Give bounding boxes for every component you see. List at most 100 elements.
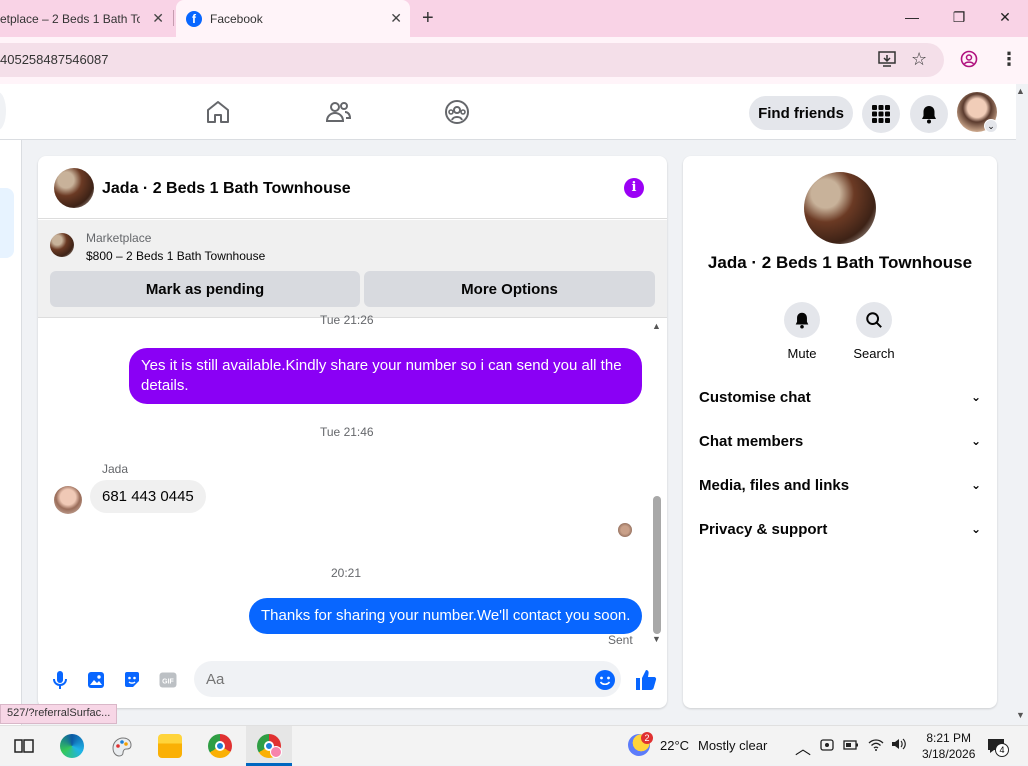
scroll-thumb[interactable] <box>653 496 661 634</box>
wifi-icon[interactable] <box>868 738 884 755</box>
outgoing-message[interactable]: Yes it is still available.Kindly share y… <box>129 348 642 404</box>
section-media-files-links[interactable]: Media, files and links ⌄ <box>699 470 981 500</box>
section-chat-members[interactable]: Chat members ⌄ <box>699 426 981 456</box>
url-text[interactable]: 405258487546087 <box>0 52 108 67</box>
tab-facebook[interactable]: f Facebook ✕ <box>176 0 410 37</box>
status-url-tooltip: 527/?referralSurfac... <box>0 704 118 724</box>
bookmark-star-icon[interactable]: ☆ <box>911 49 927 70</box>
outgoing-message[interactable]: Thanks for sharing your number.We'll con… <box>249 598 643 634</box>
search-label: Search <box>853 346 895 361</box>
account-chevron-icon[interactable]: ⌄ <box>984 119 998 133</box>
left-sidebar <box>0 140 22 725</box>
show-hidden-icons-chevron-icon[interactable]: ︿ <box>795 735 811 759</box>
section-label: Media, files and links <box>699 476 850 494</box>
page-scroll-up-icon[interactable]: ▲ <box>1016 86 1025 96</box>
close-window-button[interactable]: ✕ <box>992 6 1018 28</box>
thumbs-up-icon[interactable] <box>634 668 658 692</box>
chat-title[interactable]: Jada · 2 Beds 1 Bath Townhouse <box>102 180 351 198</box>
mute-bell-icon[interactable] <box>784 302 820 338</box>
restore-button[interactable]: ❐ <box>946 6 972 28</box>
weather-badge: 2 <box>641 732 653 744</box>
conversation-avatar[interactable] <box>804 172 876 244</box>
edge-browser-icon[interactable] <box>60 734 84 758</box>
clock[interactable]: 8:21 PM 3/18/2026 <box>922 730 975 762</box>
marketplace-label: Marketplace <box>86 231 152 245</box>
selected-conversation-highlight[interactable] <box>0 188 14 258</box>
gif-icon[interactable]: GIF <box>158 670 178 690</box>
profile-badge-icon <box>270 746 282 758</box>
marketplace-listing[interactable]: $800 – 2 Beds 1 Bath Townhouse <box>86 249 265 263</box>
mark-as-pending-button[interactable]: Mark as pending <box>50 271 360 307</box>
microphone-icon[interactable] <box>50 670 70 690</box>
message-status: Sent <box>608 633 633 647</box>
close-tab-icon[interactable]: ✕ <box>390 10 402 27</box>
sticker-icon[interactable] <box>122 670 142 690</box>
groups-icon[interactable] <box>443 98 471 126</box>
search-button[interactable]: Search <box>839 302 909 361</box>
emoji-icon[interactable] <box>594 669 615 690</box>
find-friends-button[interactable]: Find friends <box>749 96 853 130</box>
tab-marketplace[interactable]: etplace – 2 Beds 1 Bath To ✕ <box>0 0 172 37</box>
address-bar[interactable] <box>0 43 944 77</box>
marketplace-listing-thumb <box>50 233 74 257</box>
browser-tab-bar: etplace – 2 Beds 1 Bath To ✕ f Facebook … <box>0 0 1028 37</box>
close-tab-icon[interactable]: ✕ <box>152 10 164 27</box>
mute-button[interactable]: Mute <box>767 302 837 361</box>
side-panel-title: Jada · 2 Beds 1 Bath Townhouse <box>707 253 973 272</box>
svg-text:GIF: GIF <box>162 679 174 686</box>
tab-title: etplace – 2 Beds 1 Bath To <box>0 11 140 26</box>
home-icon[interactable] <box>204 98 232 126</box>
browser-menu-icon[interactable]: ⋮ <box>1000 49 1018 70</box>
profile-icon[interactable] <box>960 50 978 72</box>
windows-taskbar: 2 22°C Mostly clear ︿ 8:21 PM 3/18/2026 … <box>0 725 1028 766</box>
timestamp: Tue 21:26 <box>320 313 374 327</box>
search-icon[interactable] <box>856 302 892 338</box>
more-options-button[interactable]: More Options <box>364 271 655 307</box>
weather-desc[interactable]: Mostly clear <box>698 738 767 753</box>
mute-label: Mute <box>787 346 817 361</box>
search-pill[interactable] <box>0 92 6 130</box>
meet-camera-icon[interactable] <box>820 737 834 756</box>
section-privacy-support[interactable]: Privacy & support ⌄ <box>699 514 981 544</box>
conversation-info-panel: Jada · 2 Beds 1 Bath Townhouse Mute Sear… <box>683 156 997 708</box>
read-receipt-avatar <box>618 523 632 537</box>
task-view-icon[interactable] <box>12 734 36 758</box>
active-chrome-profile-button[interactable] <box>246 726 292 766</box>
chrome-icon[interactable] <box>208 734 232 758</box>
listing-thumbnail[interactable] <box>54 168 94 208</box>
facebook-favicon-icon: f <box>186 10 202 27</box>
incoming-message[interactable]: 681 443 0445 <box>90 480 206 513</box>
notification-count-badge: 4 <box>995 743 1009 757</box>
section-label: Customise chat <box>699 388 811 406</box>
menu-grid-icon[interactable] <box>862 95 900 133</box>
page-scroll-down-icon[interactable]: ▼ <box>1016 710 1025 720</box>
scrollbar[interactable] <box>652 328 662 642</box>
new-tab-button[interactable]: + <box>422 7 434 30</box>
chat-panel: Jada · 2 Beds 1 Bath Townhouse i Marketp… <box>38 156 667 708</box>
chat-header: Jada · 2 Beds 1 Bath Townhouse i <box>38 156 667 219</box>
clock-date: 3/18/2026 <box>922 747 976 761</box>
paint-icon[interactable] <box>110 734 134 758</box>
message-list: Tue 21:26 Yes it is still available.Kind… <box>38 313 667 652</box>
install-app-icon[interactable] <box>878 50 896 72</box>
friends-icon[interactable] <box>324 98 352 126</box>
chevron-down-icon: ⌄ <box>970 390 981 404</box>
info-icon[interactable]: i <box>624 178 644 198</box>
notifications-icon[interactable] <box>910 95 948 133</box>
minimize-button[interactable]: — <box>899 6 925 28</box>
section-customise-chat[interactable]: Customise chat ⌄ <box>699 382 981 412</box>
sender-name: Jada <box>102 462 129 476</box>
battery-icon[interactable] <box>843 738 859 755</box>
timestamp: Tue 21:46 <box>320 425 374 439</box>
weather-temp[interactable]: 22°C <box>660 738 689 753</box>
section-label: Chat members <box>699 432 804 450</box>
tab-title: Facebook <box>210 11 263 26</box>
photo-icon[interactable] <box>86 670 106 690</box>
section-label: Privacy & support <box>699 520 828 538</box>
message-input[interactable] <box>194 661 621 697</box>
sender-avatar[interactable] <box>54 486 82 514</box>
chevron-down-icon: ⌄ <box>970 478 981 492</box>
file-explorer-icon[interactable] <box>158 734 182 758</box>
volume-icon[interactable] <box>891 737 907 754</box>
clock-time: 8:21 PM <box>926 731 972 745</box>
